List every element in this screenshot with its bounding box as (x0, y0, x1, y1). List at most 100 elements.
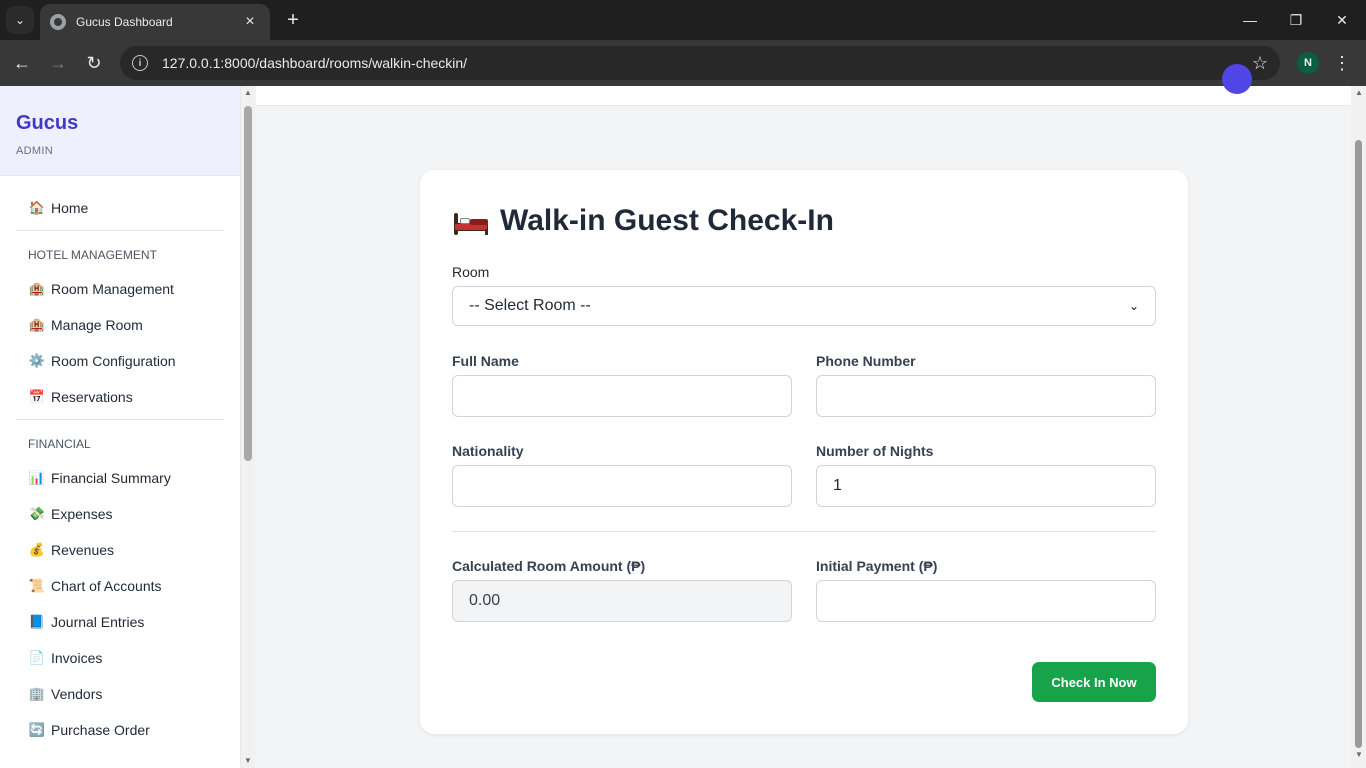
site-info-icon[interactable]: i (132, 55, 148, 71)
browser-tab[interactable]: Gucus Dashboard × (40, 4, 270, 40)
sidebar-item-manage-room[interactable]: 🏨 Manage Room (16, 307, 224, 343)
building-icon: 🏢 (28, 686, 46, 701)
sidebar-item-vendors[interactable]: 🏢 Vendors (16, 676, 224, 712)
browser-tab-bar: ⌄ Gucus Dashboard × + — ❐ ✕ (0, 0, 1366, 40)
scroll-down-arrow-icon[interactable]: ▼ (243, 756, 253, 766)
bookmark-star-icon[interactable]: ☆ (1252, 53, 1268, 74)
phone-label: Phone Number (816, 353, 916, 369)
page-scrollbar-thumb[interactable] (1355, 140, 1362, 748)
section-hotel-management: HOTEL MANAGEMENT (28, 248, 157, 262)
sidebar-item-label: Invoices (51, 650, 103, 666)
sidebar-item-label: Revenues (51, 542, 115, 558)
sidebar-item-reservations[interactable]: 📅 Reservations (16, 379, 224, 415)
sidebar-scrollbar-thumb[interactable] (244, 106, 252, 461)
full-name-label: Full Name (452, 353, 519, 369)
refresh-icon: 🔄 (28, 722, 46, 737)
initial-payment-label: Initial Payment (₱) (816, 558, 938, 574)
room-amount-label: Calculated Room Amount (₱) (452, 558, 646, 574)
sidebar-item-label: Expenses (51, 506, 113, 522)
scroll-up-arrow-icon[interactable]: ▲ (243, 88, 253, 98)
restore-icon[interactable]: ❐ (1276, 8, 1316, 32)
scroll-down-arrow-icon[interactable]: ▼ (1354, 750, 1364, 760)
globe-icon (50, 14, 66, 30)
sidebar-item-financial-summary[interactable]: 📊 Financial Summary (16, 460, 224, 496)
bar-chart-icon: 📊 (28, 470, 46, 485)
room-label: Room (452, 264, 490, 280)
sidebar-item-room-configuration[interactable]: ⚙️ Room Configuration (16, 343, 224, 379)
divider (16, 230, 224, 231)
sidebar-item-home[interactable]: 🏠 Home (16, 190, 224, 226)
full-name-input[interactable] (452, 375, 792, 417)
close-window-icon[interactable]: ✕ (1322, 8, 1362, 32)
nights-label: Number of Nights (816, 443, 934, 459)
user-avatar[interactable] (1222, 64, 1252, 94)
sidebar-item-label: Home (51, 200, 89, 216)
sidebar-item-expenses[interactable]: 💸 Expenses (16, 496, 224, 532)
sidebar-item-room-management[interactable]: 🏨 Room Management (16, 271, 224, 307)
sidebar-item-label: Room Management (51, 281, 174, 297)
sidebar-item-label: Journal Entries (51, 614, 145, 630)
calendar-icon: 📅 (28, 389, 46, 404)
checkin-form-card: Walk-in Guest Check-In Room -- Select Ro… (420, 170, 1188, 734)
money-wings-icon: 💸 (28, 506, 46, 521)
tab-title: Gucus Dashboard (76, 15, 173, 29)
sidebar-item-label: Purchase Order (51, 722, 150, 738)
sidebar-item-invoices[interactable]: 📄 Invoices (16, 640, 224, 676)
sidebar-item-revenues[interactable]: 💰 Revenues (16, 532, 224, 568)
sidebar-item-journal-entries[interactable]: 📘 Journal Entries (16, 604, 224, 640)
brand-name[interactable]: Gucus (16, 112, 224, 135)
scroll-icon: 📜 (28, 578, 46, 593)
profile-avatar[interactable]: N (1297, 52, 1319, 74)
money-bag-icon: 💰 (28, 542, 46, 557)
page-title-text: Walk-in Guest Check-In (500, 204, 834, 237)
sidebar-nav: 🏠 Home HOTEL MANAGEMENT 🏨 Room Managemen… (0, 176, 240, 748)
phone-input[interactable] (816, 375, 1156, 417)
chevron-down-icon: ⌄ (1128, 299, 1139, 313)
initial-payment-input[interactable] (816, 580, 1156, 622)
sidebar-item-label: Manage Room (51, 317, 143, 333)
scroll-up-arrow-icon[interactable]: ▲ (1354, 88, 1364, 98)
nationality-input[interactable] (452, 465, 792, 507)
browser-menu-icon[interactable]: ⋮ (1332, 51, 1352, 75)
top-header (256, 64, 1351, 106)
house-icon: 🏠 (28, 200, 46, 215)
divider (16, 419, 224, 420)
sidebar-brand: Gucus ADMIN (0, 86, 240, 176)
browser-toolbar: ← → ↻ i 127.0.0.1:8000/dashboard/rooms/w… (0, 40, 1366, 86)
sidebar-item-purchase-order[interactable]: 🔄 Purchase Order (16, 712, 224, 748)
nationality-label: Nationality (452, 443, 524, 459)
reload-icon[interactable]: ↻ (82, 51, 106, 75)
nights-input[interactable]: 1 (816, 465, 1156, 507)
page-title: Walk-in Guest Check-In (452, 204, 834, 238)
section-financial: FINANCIAL (28, 437, 91, 451)
hotel-icon: 🏨 (28, 317, 46, 332)
document-icon: 📄 (28, 650, 46, 665)
forward-arrow-icon[interactable]: → (46, 51, 70, 75)
sidebar-item-label: Financial Summary (51, 470, 171, 486)
room-amount-field: 0.00 (452, 580, 792, 622)
new-tab-icon[interactable]: + (282, 8, 304, 32)
sidebar-item-chart-of-accounts[interactable]: 📜 Chart of Accounts (16, 568, 224, 604)
page-scrollbar[interactable]: ▲ ▼ (1351, 86, 1366, 768)
main-content: Walk-in Guest Check-In Room -- Select Ro… (256, 64, 1351, 768)
minimize-icon[interactable]: — (1230, 8, 1270, 32)
room-select-value: -- Select Room -- (469, 297, 591, 314)
gear-icon: ⚙️ (28, 353, 46, 368)
sidebar-item-label: Chart of Accounts (51, 578, 162, 594)
divider (452, 531, 1156, 532)
sidebar-item-label: Reservations (51, 389, 133, 405)
close-tab-icon[interactable]: × (240, 13, 260, 31)
sidebar-item-label: Room Configuration (51, 353, 176, 369)
book-icon: 📘 (28, 614, 46, 629)
bed-icon (452, 207, 490, 235)
user-role: ADMIN (16, 145, 53, 157)
sidebar: Gucus ADMIN 🏠 Home HOTEL MANAGEMENT 🏨 Ro… (0, 86, 241, 768)
tab-search-icon[interactable]: ⌄ (6, 6, 34, 34)
check-in-button[interactable]: Check In Now (1032, 662, 1156, 702)
address-bar[interactable]: i 127.0.0.1:8000/dashboard/rooms/walkin-… (120, 46, 1280, 80)
sidebar-scrollbar[interactable]: ▲ ▼ (241, 86, 255, 768)
back-arrow-icon[interactable]: ← (10, 51, 34, 75)
room-select[interactable]: -- Select Room -- ⌄ (452, 286, 1156, 326)
url-text[interactable]: 127.0.0.1:8000/dashboard/rooms/walkin-ch… (162, 55, 1252, 71)
hotel-icon: 🏨 (28, 281, 46, 296)
